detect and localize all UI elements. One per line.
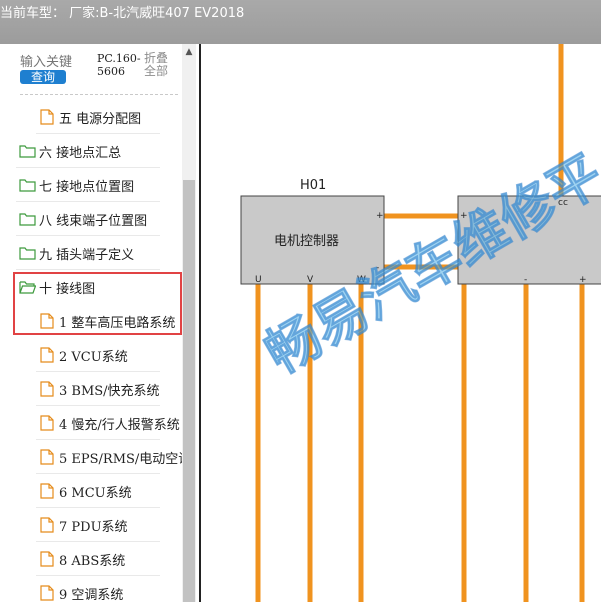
pin-label: cc	[558, 198, 568, 208]
pin-label: +	[460, 211, 468, 221]
pin-label: -	[376, 263, 379, 273]
component-label: 电机控制器	[274, 234, 339, 249]
page-icon	[40, 483, 54, 503]
page-icon	[40, 585, 54, 602]
pin-label: -	[524, 275, 527, 285]
collapse-all-button[interactable]: 折叠全部	[144, 52, 174, 78]
tree-item-label: 五 电源分配图	[59, 112, 142, 127]
pin-label: +	[579, 275, 587, 285]
tree-item-label: 2 VCU系统	[59, 350, 128, 365]
tree-item-ac[interactable]: 9 空调系统	[0, 577, 182, 602]
row-divider	[16, 235, 160, 236]
page-icon	[40, 347, 54, 367]
folder-icon	[19, 177, 36, 196]
page-icon	[40, 415, 54, 435]
tree-item-slow-charge[interactable]: 4 慢充/行人报警系统	[0, 407, 182, 440]
tree-item-label: 8 ABS系统	[59, 554, 126, 569]
tree-item-label: 八 线束端子位置图	[39, 214, 148, 229]
window-title: 当前车型： 厂家:B-北汽威旺407 EV2018	[0, 6, 245, 21]
folder-icon	[19, 245, 36, 264]
tree-item-label: 3 BMS/快充系统	[59, 384, 160, 399]
sidebar: 查询 PC.160-5606 折叠全部 五 电源分配图 六 接地点汇总 七 接地…	[0, 44, 196, 602]
connector-id: H01	[300, 178, 326, 193]
row-divider	[36, 473, 160, 474]
tree-item-label: 九 插头端子定义	[39, 248, 135, 263]
search-button[interactable]: 查询	[20, 70, 66, 84]
tree-item-power-distribution[interactable]: 五 电源分配图	[0, 101, 182, 134]
sidebar-scrollbar[interactable]: ▲	[182, 44, 196, 602]
tree-item-label: 6 MCU系统	[59, 486, 132, 501]
row-divider	[36, 439, 160, 440]
tree-item-label: 七 接地点位置图	[39, 180, 135, 195]
page-icon	[40, 551, 54, 571]
divider	[20, 94, 178, 95]
folder-icon	[19, 211, 36, 230]
tree-item-label: 5 EPS/RMS/电动空调	[59, 452, 192, 467]
scroll-thumb[interactable]	[183, 180, 195, 602]
scroll-up-arrow-icon[interactable]: ▲	[182, 44, 196, 61]
pc-code-label: PC.160-5606	[97, 52, 141, 78]
wiring-diagram-view[interactable]: H01 电机控制器 + - U V W cc + - +	[196, 44, 601, 602]
row-divider	[36, 507, 160, 508]
selection-highlight	[13, 272, 182, 335]
row-divider	[36, 405, 160, 406]
tree-item-ground-summary[interactable]: 六 接地点汇总	[0, 135, 182, 168]
tree-item-bms[interactable]: 3 BMS/快充系统	[0, 373, 182, 406]
row-divider	[36, 133, 160, 134]
tree-item-eps[interactable]: 5 EPS/RMS/电动空调	[0, 441, 191, 474]
pin-label: W	[357, 275, 366, 285]
row-divider	[16, 269, 160, 270]
title-bar: 当前车型： 厂家:B-北汽威旺407 EV2018	[0, 0, 601, 44]
tree-item-abs[interactable]: 8 ABS系统	[0, 543, 182, 576]
tree-item-ground-location[interactable]: 七 接地点位置图	[0, 169, 182, 202]
tree-item-label: 7 PDU系统	[59, 520, 128, 535]
tree-item-vcu[interactable]: 2 VCU系统	[0, 339, 182, 372]
search-input[interactable]	[20, 54, 94, 70]
tree-item-label: 4 慢充/行人报警系统	[59, 418, 180, 433]
pin-label: U	[255, 275, 262, 285]
page-icon	[40, 109, 54, 129]
wiring-diagram-canvas: H01 电机控制器 + - U V W cc + - +	[199, 44, 601, 602]
page-icon	[40, 517, 54, 537]
page-icon	[40, 381, 54, 401]
row-divider	[36, 541, 160, 542]
row-divider	[36, 575, 160, 576]
tree-item-connector-pinout[interactable]: 九 插头端子定义	[0, 237, 182, 270]
pin-label: +	[376, 211, 384, 221]
folder-icon	[19, 143, 36, 162]
row-divider	[16, 167, 160, 168]
tree-item-label: 六 接地点汇总	[39, 146, 122, 161]
tree-item-harness-terminal[interactable]: 八 线束端子位置图	[0, 203, 182, 236]
page-icon	[40, 449, 54, 469]
right-component-box	[457, 195, 601, 285]
tree-item-label: 9 空调系统	[59, 588, 124, 602]
tree-item-mcu[interactable]: 6 MCU系统	[0, 475, 182, 508]
row-divider	[16, 201, 160, 202]
pin-label: V	[307, 275, 314, 285]
tree-item-pdu[interactable]: 7 PDU系统	[0, 509, 182, 542]
row-divider	[36, 371, 160, 372]
